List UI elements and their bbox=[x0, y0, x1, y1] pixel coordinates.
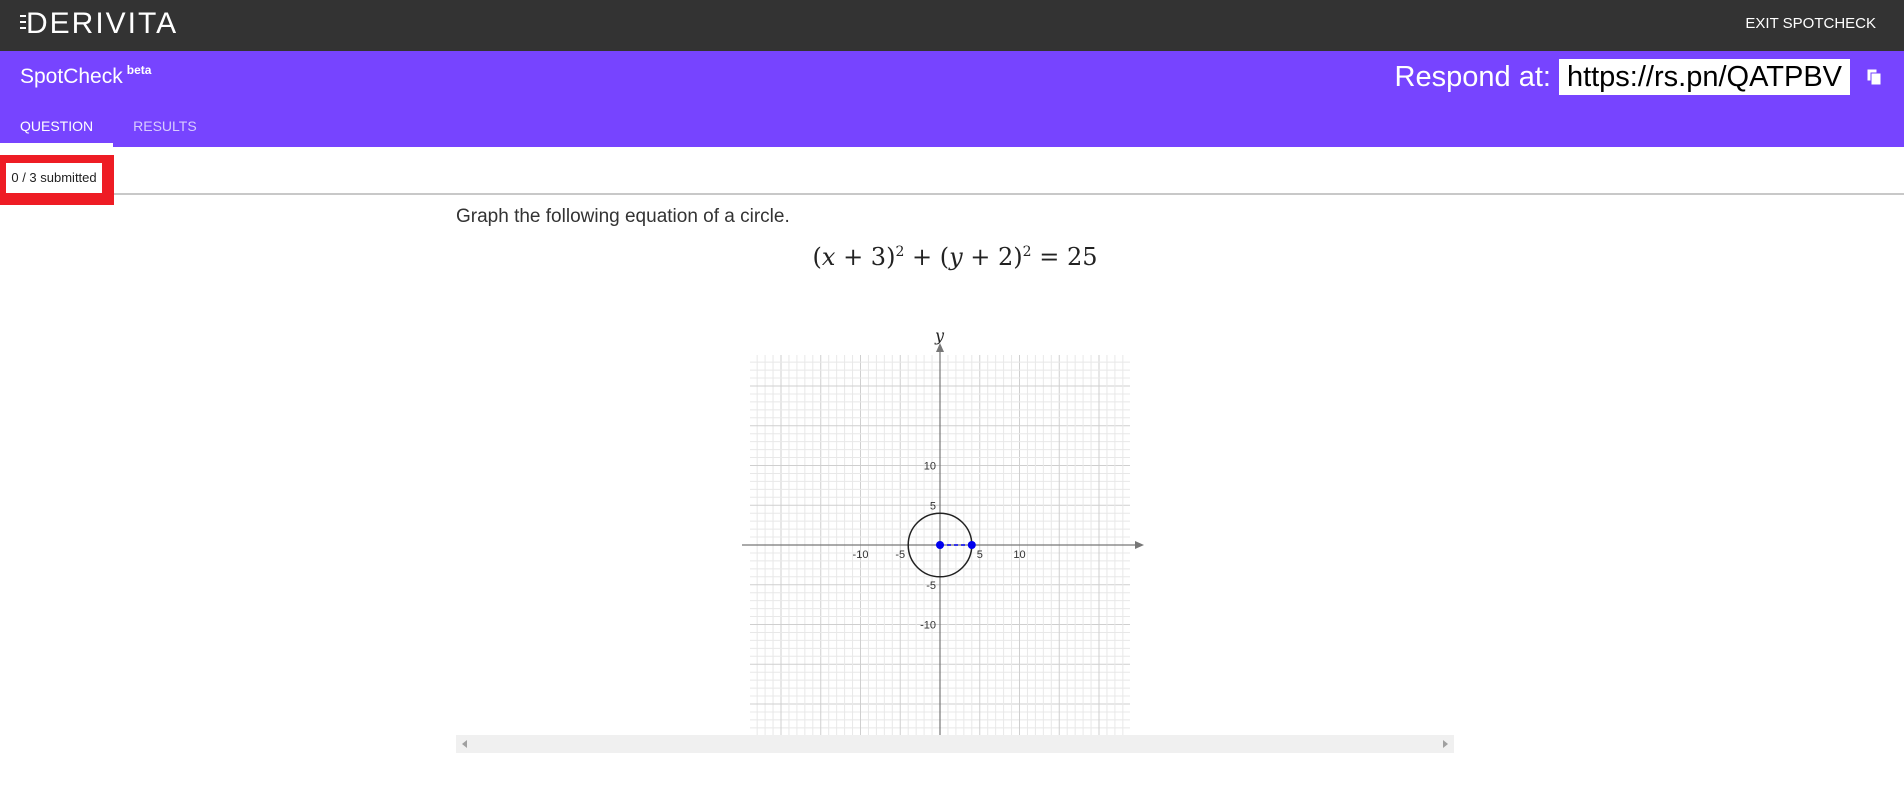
horizontal-scrollbar[interactable] bbox=[456, 735, 1454, 753]
x-tick-label: 5 bbox=[977, 549, 983, 561]
title-text: SpotCheck bbox=[20, 65, 123, 88]
center-point bbox=[936, 541, 944, 549]
tab-question[interactable]: QUESTION bbox=[0, 115, 114, 147]
y-axis-label: y bbox=[934, 326, 945, 345]
beta-badge: beta bbox=[126, 63, 152, 77]
x-axis-arrow-icon bbox=[1135, 541, 1144, 549]
radius-point bbox=[967, 541, 976, 549]
x-tick-label: 10 bbox=[1013, 549, 1025, 561]
page-title: SpotCheck beta bbox=[20, 63, 152, 89]
circle-equation: (x + 3)2 + (y + 2)2 = 25 bbox=[812, 243, 1098, 271]
submitted-count: 0 / 3 submitted bbox=[6, 163, 102, 193]
y-tick-label: 10 bbox=[924, 461, 936, 473]
top-bar: DERIVITA EXIT SPOTCHECK bbox=[0, 0, 1904, 51]
y-tick-label: 5 bbox=[930, 500, 936, 512]
tab-results[interactable]: RESULTS bbox=[113, 115, 217, 147]
question-prompt: Graph the following equation of a circle… bbox=[456, 206, 790, 227]
y-tick-label: -10 bbox=[920, 620, 936, 632]
x-tick-label: -10 bbox=[853, 549, 869, 561]
submitted-highlight: 0 / 3 submitted bbox=[0, 155, 114, 205]
logo-text: DERIVITA bbox=[26, 7, 179, 40]
spotcheck-header: SpotCheck beta Respond at: https://rs.pn/… bbox=[0, 51, 1904, 147]
respond-label: Respond at: bbox=[1394, 60, 1551, 93]
respond-url[interactable]: https://rs.pn/QATPBV bbox=[1558, 59, 1850, 95]
x-tick-label: -5 bbox=[895, 549, 905, 561]
scroll-left-arrow-icon[interactable] bbox=[462, 740, 467, 748]
respond-at: Respond at: https://rs.pn/QATPBV bbox=[1395, 59, 1884, 95]
exit-spotcheck-button[interactable]: EXIT SPOTCHECK bbox=[1745, 15, 1876, 32]
derivita-logo[interactable]: DERIVITA bbox=[20, 8, 178, 40]
copy-icon[interactable] bbox=[1864, 67, 1884, 87]
y-tick-label: -5 bbox=[926, 580, 936, 592]
circle-graph[interactable]: xy -10-5510105-5-10 bbox=[740, 325, 1160, 735]
tab-bar: QUESTION RESULTS bbox=[0, 115, 217, 147]
divider bbox=[114, 193, 1904, 195]
scroll-right-arrow-icon[interactable] bbox=[1443, 740, 1448, 748]
